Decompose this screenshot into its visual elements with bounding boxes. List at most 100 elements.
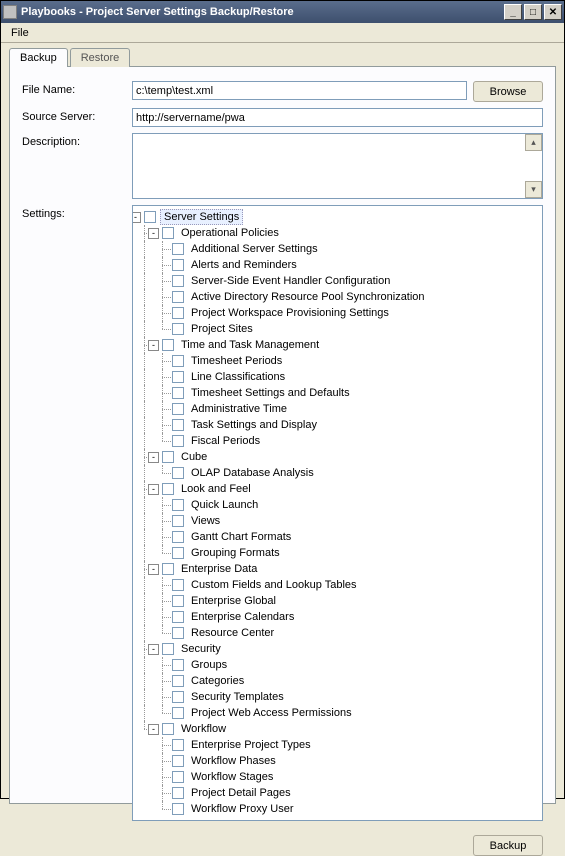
tree-checkbox[interactable] bbox=[172, 547, 184, 559]
tree-checkbox[interactable] bbox=[162, 227, 174, 239]
tree-checkbox[interactable] bbox=[172, 755, 184, 767]
tree-checkbox[interactable] bbox=[172, 467, 184, 479]
description-textarea[interactable] bbox=[133, 134, 525, 198]
tree-checkbox[interactable] bbox=[162, 451, 174, 463]
maximize-button[interactable]: □ bbox=[524, 4, 542, 20]
tree-checkbox[interactable] bbox=[172, 499, 184, 511]
tree-node-label[interactable]: Grouping Formats bbox=[188, 546, 283, 560]
tree-checkbox[interactable] bbox=[162, 483, 174, 495]
tree-checkbox[interactable] bbox=[172, 275, 184, 287]
tree-node-label[interactable]: Cube bbox=[178, 450, 210, 464]
tree-checkbox[interactable] bbox=[172, 579, 184, 591]
tree-checkbox[interactable] bbox=[172, 323, 184, 335]
tab-panel-backup: File Name: Browse Source Server: Descrip… bbox=[9, 66, 556, 804]
tree-node-label[interactable]: Line Classifications bbox=[188, 370, 288, 384]
collapse-icon[interactable]: - bbox=[148, 724, 159, 735]
tree-checkbox[interactable] bbox=[162, 563, 174, 575]
tree-checkbox[interactable] bbox=[172, 771, 184, 783]
tree-node-label[interactable]: Groups bbox=[188, 658, 230, 672]
tree-node-label[interactable]: Enterprise Project Types bbox=[188, 738, 314, 752]
tree-node-label[interactable]: Gantt Chart Formats bbox=[188, 530, 294, 544]
collapse-icon[interactable]: - bbox=[148, 452, 159, 463]
tree-checkbox[interactable] bbox=[172, 515, 184, 527]
tree-node-label[interactable]: Additional Server Settings bbox=[188, 242, 321, 256]
tree-node-label[interactable]: Fiscal Periods bbox=[188, 434, 263, 448]
tree-node-label[interactable]: Project Sites bbox=[188, 322, 256, 336]
tree-node-label[interactable]: Project Detail Pages bbox=[188, 786, 294, 800]
tree-node-label[interactable]: Enterprise Calendars bbox=[188, 610, 297, 624]
collapse-icon[interactable]: - bbox=[148, 484, 159, 495]
tree-node-label[interactable]: Resource Center bbox=[188, 626, 277, 640]
tree-node-label[interactable]: Project Web Access Permissions bbox=[188, 706, 355, 720]
tree-checkbox[interactable] bbox=[172, 787, 184, 799]
tree-node-label[interactable]: Workflow Phases bbox=[188, 754, 279, 768]
tree-checkbox[interactable] bbox=[162, 643, 174, 655]
tree-checkbox[interactable] bbox=[172, 435, 184, 447]
tree-node-label[interactable]: Enterprise Data bbox=[178, 562, 260, 576]
source-server-input[interactable] bbox=[132, 108, 543, 127]
tree-checkbox[interactable] bbox=[172, 707, 184, 719]
close-button[interactable]: ✕ bbox=[544, 4, 562, 20]
tab-backup[interactable]: Backup bbox=[9, 48, 68, 67]
minimize-button[interactable]: _ bbox=[504, 4, 522, 20]
tree-node-label[interactable]: Timesheet Periods bbox=[188, 354, 285, 368]
tree-checkbox[interactable] bbox=[172, 307, 184, 319]
backup-button[interactable]: Backup bbox=[473, 835, 543, 856]
tree-checkbox[interactable] bbox=[172, 259, 184, 271]
collapse-icon[interactable]: - bbox=[148, 228, 159, 239]
tree-node-label[interactable]: Security bbox=[178, 642, 224, 656]
tree-node-label[interactable]: Alerts and Reminders bbox=[188, 258, 300, 272]
tree-node-label[interactable]: Operational Policies bbox=[178, 226, 282, 240]
tree-checkbox[interactable] bbox=[172, 611, 184, 623]
tree-checkbox[interactable] bbox=[172, 595, 184, 607]
tree-checkbox[interactable] bbox=[172, 355, 184, 367]
tree-checkbox[interactable] bbox=[162, 723, 174, 735]
collapse-icon[interactable]: - bbox=[148, 644, 159, 655]
tree-node-label[interactable]: Views bbox=[188, 514, 223, 528]
tree-node-label[interactable]: OLAP Database Analysis bbox=[188, 466, 317, 480]
collapse-icon[interactable]: - bbox=[132, 212, 141, 223]
tree-checkbox[interactable] bbox=[172, 403, 184, 415]
tree-checkbox[interactable] bbox=[172, 531, 184, 543]
tree-node-label[interactable]: Timesheet Settings and Defaults bbox=[188, 386, 353, 400]
tree-node-label[interactable]: Enterprise Global bbox=[188, 594, 279, 608]
tree-node-label[interactable]: Active Directory Resource Pool Synchroni… bbox=[188, 290, 428, 304]
tree-node-label[interactable]: Security Templates bbox=[188, 690, 287, 704]
tree-checkbox[interactable] bbox=[172, 419, 184, 431]
tree-node-label[interactable]: Administrative Time bbox=[188, 402, 290, 416]
tree-node-label[interactable]: Workflow bbox=[178, 722, 229, 736]
scroll-up-icon[interactable]: ▴ bbox=[525, 134, 542, 151]
tree-checkbox[interactable] bbox=[172, 659, 184, 671]
tree-node-label[interactable]: Look and Feel bbox=[178, 482, 254, 496]
tree-node-label[interactable]: Workflow Stages bbox=[188, 770, 276, 784]
tree-checkbox[interactable] bbox=[172, 243, 184, 255]
collapse-icon[interactable]: - bbox=[148, 340, 159, 351]
label-description: Description: bbox=[22, 133, 132, 148]
tree-checkbox[interactable] bbox=[144, 211, 156, 223]
settings-tree[interactable]: -Server Settings-Operational PoliciesAdd… bbox=[132, 205, 543, 821]
menu-file[interactable]: File bbox=[5, 25, 35, 41]
collapse-icon[interactable]: - bbox=[148, 564, 159, 575]
tree-node-label[interactable]: Server Settings bbox=[160, 209, 243, 225]
tree-checkbox[interactable] bbox=[172, 739, 184, 751]
tree-checkbox[interactable] bbox=[172, 691, 184, 703]
tab-restore[interactable]: Restore bbox=[70, 48, 131, 67]
tree-node-label[interactable]: Custom Fields and Lookup Tables bbox=[188, 578, 360, 592]
file-name-input[interactable] bbox=[132, 81, 467, 100]
tree-checkbox[interactable] bbox=[172, 627, 184, 639]
tree-checkbox[interactable] bbox=[172, 291, 184, 303]
tree-checkbox[interactable] bbox=[172, 803, 184, 815]
browse-button[interactable]: Browse bbox=[473, 81, 543, 102]
tree-node-label[interactable]: Time and Task Management bbox=[178, 338, 322, 352]
tree-node-label[interactable]: Categories bbox=[188, 674, 247, 688]
tree-checkbox[interactable] bbox=[172, 387, 184, 399]
tree-node-label[interactable]: Project Workspace Provisioning Settings bbox=[188, 306, 392, 320]
scroll-down-icon[interactable]: ▾ bbox=[525, 181, 542, 198]
tree-checkbox[interactable] bbox=[172, 675, 184, 687]
tree-node-label[interactable]: Server-Side Event Handler Configuration bbox=[188, 274, 393, 288]
tree-node-label[interactable]: Quick Launch bbox=[188, 498, 261, 512]
tree-node-label[interactable]: Workflow Proxy User bbox=[188, 802, 296, 816]
tree-checkbox[interactable] bbox=[172, 371, 184, 383]
tree-node-label[interactable]: Task Settings and Display bbox=[188, 418, 320, 432]
tree-checkbox[interactable] bbox=[162, 339, 174, 351]
